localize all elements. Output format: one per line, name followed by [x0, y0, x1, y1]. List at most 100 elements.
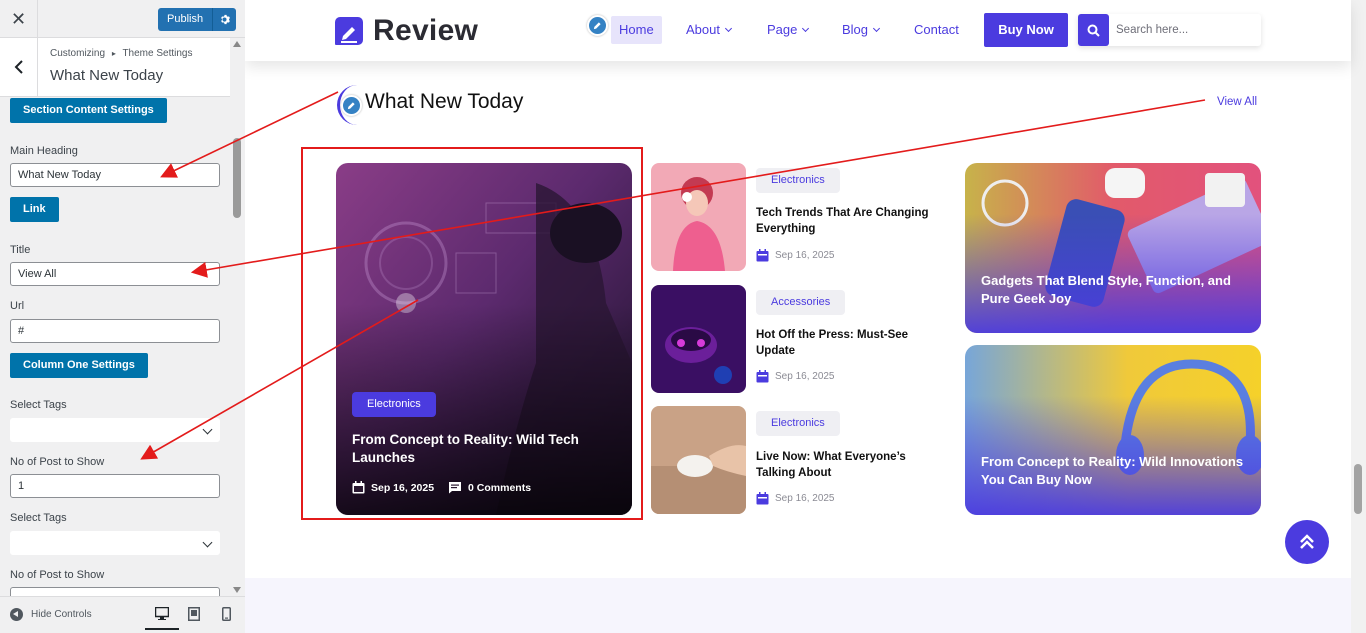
no-of-post-input-2[interactable]: [10, 587, 220, 596]
post-card[interactable]: From Concept to Reality: Wild Innovation…: [965, 345, 1261, 515]
site-preview: Review Home About Page Blog Contact Buy …: [245, 0, 1366, 633]
chevron-down-icon: [802, 24, 810, 33]
preview-scrollbar[interactable]: [1351, 0, 1366, 633]
scroll-down-arrow[interactable]: [233, 587, 241, 593]
desktop-preview-button[interactable]: [145, 603, 179, 630]
breadcrumb-parent: Theme Settings: [122, 48, 193, 59]
chevron-down-icon: [872, 24, 881, 33]
main-heading-label: Main Heading: [10, 145, 78, 157]
select-tags-label-2: Select Tags: [10, 512, 67, 524]
edit-shortcut-icon[interactable]: [341, 95, 362, 116]
category-badge[interactable]: Electronics: [756, 168, 840, 193]
select-tags-dropdown[interactable]: [10, 418, 220, 442]
section-title: What New Today: [50, 67, 164, 84]
hide-controls-label: Hide Controls: [31, 609, 92, 620]
no-of-post-label-2: No of Post to Show: [10, 569, 105, 581]
buy-now-button[interactable]: Buy Now: [984, 13, 1068, 47]
section-heading: What New Today: [365, 90, 524, 113]
tablet-preview-button[interactable]: [188, 607, 204, 623]
post-date-text: Sep 16, 2025: [775, 250, 835, 261]
post-card[interactable]: Gadgets That Blend Style, Function, and …: [965, 163, 1261, 333]
section-content-settings-button[interactable]: Section Content Settings: [10, 98, 167, 123]
select-tags-label: Select Tags: [10, 399, 67, 411]
view-all-link[interactable]: View All: [1217, 96, 1257, 108]
controls-panel: Section Content Settings Main Heading Wh…: [0, 97, 230, 596]
brand-name: Review: [373, 14, 479, 47]
scrollbar-thumb[interactable]: [1354, 464, 1362, 514]
nav-about[interactable]: About: [678, 16, 739, 44]
annotation-highlight-box: [301, 147, 643, 520]
scroll-to-top-button[interactable]: [1285, 520, 1329, 564]
site-header: Review Home About Page Blog Contact Buy …: [245, 0, 1351, 61]
post-image: [651, 163, 746, 271]
nav-blog[interactable]: Blog: [834, 16, 887, 44]
mobile-preview-button[interactable]: [222, 607, 238, 623]
collapse-icon: [10, 608, 23, 621]
breadcrumb: Customizing ▸ Theme Settings: [50, 48, 192, 59]
post-title[interactable]: From Concept to Reality: Wild Innovation…: [981, 453, 1251, 489]
no-of-post-label: No of Post to Show: [10, 456, 105, 468]
calendar-icon: [756, 249, 769, 262]
post-title[interactable]: Live Now: What Everyone’s Talking About: [756, 449, 946, 481]
chevron-down-icon: [202, 537, 213, 548]
no-of-post-input[interactable]: 1: [10, 474, 220, 498]
post-thumbnail[interactable]: [651, 163, 746, 271]
title-input[interactable]: View All: [10, 262, 220, 286]
edit-shortcut-icon[interactable]: [587, 15, 608, 36]
select-tags-dropdown-2[interactable]: [10, 531, 220, 555]
nav-page[interactable]: Page: [759, 16, 816, 44]
post-image: [965, 345, 1261, 515]
back-arrow-icon[interactable]: [0, 38, 38, 96]
publish-group: Publish: [158, 8, 237, 31]
breadcrumb-root: Customizing: [50, 48, 106, 59]
publish-button[interactable]: Publish: [158, 8, 213, 31]
title-label: Title: [10, 244, 31, 256]
search-box: Search here...: [1078, 14, 1261, 46]
chevron-down-icon: [202, 424, 213, 435]
post-date: Sep 16, 2025: [756, 249, 835, 262]
url-label: Url: [10, 300, 25, 312]
url-input[interactable]: #: [10, 319, 220, 343]
customizer-footer: Hide Controls: [0, 596, 245, 633]
post-date-text: Sep 16, 2025: [775, 371, 835, 382]
calendar-icon: [756, 492, 769, 505]
category-badge[interactable]: Electronics: [756, 411, 840, 436]
close-icon[interactable]: ✕: [0, 0, 38, 38]
post-title[interactable]: Gadgets That Blend Style, Function, and …: [981, 272, 1251, 308]
post-date: Sep 16, 2025: [756, 370, 835, 383]
search-input[interactable]: Search here...: [1109, 14, 1188, 46]
nav-page-label: Page: [767, 22, 798, 37]
chevron-down-icon: [724, 24, 733, 33]
customizer-sidebar: ✕ Publish Customizing ▸ Theme Settings W…: [0, 0, 245, 633]
next-section-band: [245, 578, 1351, 633]
link-button[interactable]: Link: [10, 197, 59, 222]
nav-contact[interactable]: Contact: [906, 16, 967, 44]
post-thumbnail[interactable]: [651, 406, 746, 514]
section-header: Customizing ▸ Theme Settings What New To…: [0, 38, 230, 97]
gear-icon[interactable]: [212, 8, 237, 31]
post-image: [651, 285, 746, 393]
post-date-text: Sep 16, 2025: [775, 493, 835, 504]
scrollbar-thumb[interactable]: [233, 138, 241, 218]
nav-about-label: About: [686, 22, 720, 37]
column-one-settings-button[interactable]: Column One Settings: [10, 353, 148, 378]
hide-controls-button[interactable]: Hide Controls: [10, 608, 92, 621]
post-image: [651, 406, 746, 514]
breadcrumb-separator: ▸: [111, 49, 116, 58]
post-title[interactable]: Hot Off the Press: Must-See Update: [756, 327, 946, 359]
scroll-up-arrow[interactable]: [233, 41, 241, 47]
controls-scrollbar[interactable]: [230, 38, 245, 596]
category-badge[interactable]: Accessories: [756, 290, 846, 315]
calendar-icon: [756, 370, 769, 383]
double-chevron-up-icon: [1300, 534, 1314, 549]
nav-blog-label: Blog: [842, 22, 869, 37]
post-thumbnail[interactable]: [651, 285, 746, 393]
main-heading-input[interactable]: What New Today: [10, 163, 220, 187]
customizer-header: ✕ Publish: [0, 0, 245, 38]
post-date: Sep 16, 2025: [756, 492, 835, 505]
logo-pencil-icon: [335, 17, 363, 45]
post-title[interactable]: Tech Trends That Are Changing Everything: [756, 205, 946, 237]
site-logo[interactable]: Review: [335, 14, 478, 48]
nav-home[interactable]: Home: [611, 16, 662, 44]
search-icon[interactable]: [1078, 14, 1109, 46]
